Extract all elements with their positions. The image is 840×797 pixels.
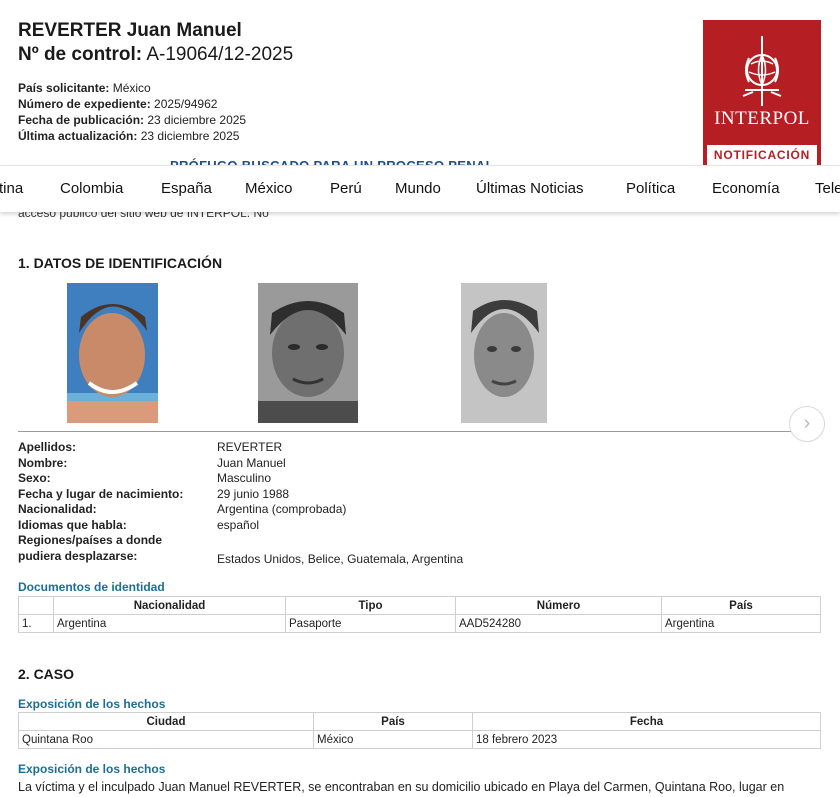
table-cell: 1. [18,614,54,633]
table-cell: México [313,730,473,749]
field-value: Argentina (comprobada) [217,502,347,516]
column-header: Nacionalidad [53,596,286,615]
table-cell: Quintana Roo [18,730,314,749]
meta-row: Fecha de publicación: 23 diciembre 2025 [18,113,247,127]
table-cell: AAD524280 [455,614,662,633]
interpol-emblem-icon [742,36,782,106]
nav-item-mexico[interactable]: México [245,180,293,197]
nav-item-colombia[interactable]: Colombia [60,180,123,197]
nav-item-politica[interactable]: Política [626,180,675,197]
column-header: País [313,712,473,731]
field-label: Nacionalidad: [18,502,97,516]
next-photo-button[interactable]: › [789,406,825,442]
column-header: Ciudad [18,712,314,731]
table-row: Quintana Roo México 18 febrero 2023 [18,730,821,749]
field-value: Juan Manuel [217,455,286,470]
field-value: Estados Unidos, Belice, Guatemala, Argen… [217,552,464,566]
control-label: Nº de control: [18,44,143,65]
facts-title-2: Exposición de los hechos [18,762,166,776]
site-nav-bar: tina Colombia España México Perú Mundo Ú… [0,165,840,212]
facts-title: Exposición de los hechos [18,697,166,711]
notice-meta: País solicitante: México Número de exped… [18,80,246,144]
meta-row: Número de expediente: 2025/94962 [18,97,218,111]
control-value: A-19064/12-2025 [146,44,294,65]
column-header: País [661,596,821,615]
table-row: 1. Argentina Pasaporte AAD524280 Argenti… [18,614,821,633]
table-header-row: Nacionalidad Tipo Número País [18,596,821,615]
nav-item-economia[interactable]: Economía [712,180,780,197]
control-number: Nº de control: A-19064/12-2025 [18,44,293,66]
case-table: Ciudad País Fecha Quintana Roo México 18… [18,712,821,749]
field-label: Regiones/países a donde [18,533,163,547]
person-name: REVERTER Juan Manuel [18,20,242,41]
field-label: Sexo: [18,471,51,485]
notice-type-label: NOTIFICACIÓN [706,144,818,166]
identity-docs-table: Nacionalidad Tipo Número País 1. Argenti… [18,596,821,633]
column-header: Tipo [285,596,456,615]
section-title-identification: 1. DATOS DE IDENTIFICACIÓN [18,255,223,271]
field-value: español [217,517,260,532]
field-value: Masculino [217,471,272,485]
meta-row: Última actualización: 23 diciembre 2025 [18,129,240,143]
interpol-logo: INTERPOL NOTIFICACIÓN [703,20,821,166]
column-header: Fecha [472,712,821,731]
nav-item-espana[interactable]: España [161,180,212,197]
column-header [18,596,54,615]
nav-item-argentina[interactable]: tina [0,180,23,197]
column-header: Número [455,596,662,615]
photo-grayscale-2[interactable] [461,283,547,423]
field-label: Nombre: [18,455,68,470]
table-cell: Argentina [661,614,821,633]
section-title-case: 2. CASO [18,666,75,682]
facts-text: La víctima y el inculpado Juan Manuel RE… [18,780,785,794]
identity-docs-title: Documentos de identidad [18,580,165,594]
field-label: Fecha y lugar de nacimiento: [18,486,184,501]
nav-item-tele[interactable]: Tele [815,180,840,197]
table-cell: 18 febrero 2023 [472,730,821,749]
nav-item-mundo[interactable]: Mundo [395,180,441,197]
nav-item-ultimas-noticias[interactable]: Últimas Noticias [476,180,584,197]
field-label: Apellidos: [18,440,77,454]
photo-divider [18,431,792,432]
field-value: REVERTER [217,440,283,454]
chevron-right-icon: › [803,412,811,434]
nav-item-peru[interactable]: Perú [330,180,362,197]
photo-grayscale-1[interactable] [258,283,358,423]
photo-color[interactable] [67,283,158,423]
field-label: pudiera desplazarse: [18,548,138,563]
meta-row: País solicitante: México [18,81,151,95]
field-value: 29 junio 1988 [217,486,290,501]
table-header-row: Ciudad País Fecha [18,712,821,731]
table-cell: Pasaporte [285,614,456,633]
interpol-wordmark: INTERPOL [714,108,810,129]
field-label: Idiomas que habla: [18,517,127,532]
table-cell: Argentina [53,614,286,633]
